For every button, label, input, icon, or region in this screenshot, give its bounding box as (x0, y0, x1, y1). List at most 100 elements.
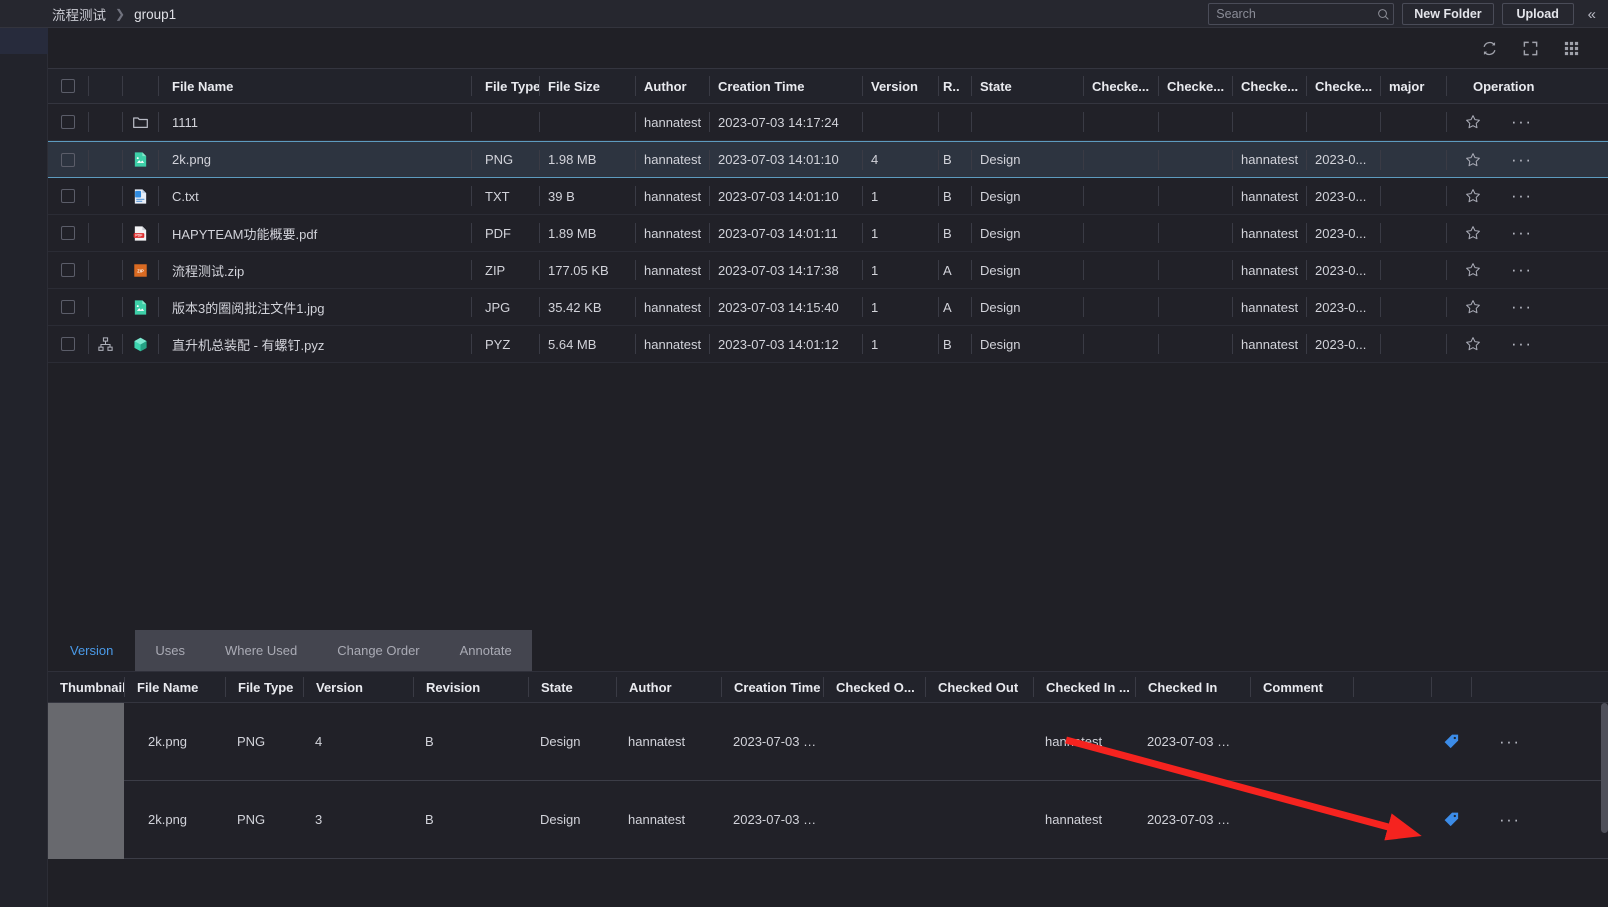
favorite-star-icon[interactable] (1465, 262, 1481, 278)
row-checkbox[interactable] (61, 337, 75, 351)
cell-v-tag[interactable] (1431, 732, 1471, 752)
version-more-actions-icon[interactable]: ··· (1499, 811, 1520, 828)
file-table-row[interactable]: 直升机总装配 - 有螺钉.pyz PYZ 5.64 MB hannatest 2023-… (48, 326, 1608, 363)
col-v-version[interactable]: Version (303, 677, 413, 697)
col-checked-4[interactable]: Checke... (1306, 76, 1380, 96)
tag-icon[interactable] (1443, 733, 1460, 750)
cell-author: hannatest (635, 186, 709, 206)
tag-icon[interactable] (1443, 811, 1460, 828)
col-checked-1[interactable]: Checke... (1083, 76, 1158, 96)
favorite-star-icon[interactable] (1465, 225, 1481, 241)
row-more-actions-icon[interactable]: ··· (1511, 298, 1532, 315)
col-operation[interactable]: Operation (1446, 76, 1572, 96)
row-more-actions-icon[interactable]: ··· (1511, 187, 1532, 204)
col-v-author[interactable]: Author (616, 677, 721, 697)
row-more-actions-icon[interactable]: ··· (1511, 261, 1532, 278)
col-file-type[interactable]: File Type (471, 76, 539, 96)
tab-change-order[interactable]: Change Order (317, 630, 440, 671)
cell-file-name[interactable]: 2k.png (158, 149, 471, 170)
cell-file-name[interactable]: 1111 (158, 112, 471, 132)
select-all-checkbox[interactable] (61, 79, 75, 93)
cell-checked-1 (1083, 297, 1158, 317)
scrollbar-thumb[interactable] (1601, 703, 1608, 833)
row-more-actions-icon[interactable]: ··· (1511, 335, 1532, 352)
col-v-checked-in-by[interactable]: Checked In ... (1033, 677, 1135, 697)
tab-version[interactable]: Version (48, 630, 136, 671)
col-v-comment[interactable]: Comment (1250, 677, 1353, 697)
col-file-name[interactable]: File Name (158, 76, 471, 96)
breadcrumb-root[interactable]: 流程测试 (52, 4, 106, 24)
file-table-row[interactable]: PDF HAPYTEAM功能概要.pdf PDF 1.89 MB hannatest 20… (48, 215, 1608, 252)
cell-author: hannatest (635, 260, 709, 280)
col-v-file-type[interactable]: File Type (225, 677, 303, 697)
col-author[interactable]: Author (635, 76, 709, 96)
cell-file-name[interactable]: 流程测试.zip (158, 260, 471, 280)
cell-file-name[interactable]: 版本3的圈阅批注文件1.jpg (158, 297, 471, 317)
row-checkbox[interactable] (61, 226, 75, 240)
file-table-row[interactable]: 2k.png PNG 1.98 MB hannatest 2023-07-03 14:0… (48, 141, 1608, 178)
tab-uses[interactable]: Uses (135, 630, 205, 671)
refresh-icon[interactable] (1481, 40, 1498, 57)
cell-v-state: Design (540, 734, 581, 749)
cell-revision: A (938, 260, 971, 280)
row-more-actions-icon[interactable]: ··· (1511, 224, 1532, 241)
new-folder-button[interactable]: New Folder (1402, 3, 1494, 25)
breadcrumb-current[interactable]: group1 (134, 7, 176, 22)
col-revision[interactable]: R.. (938, 76, 971, 96)
cell-file-name[interactable]: 直升机总装配 - 有螺钉.pyz (158, 334, 471, 354)
col-v-checked-out[interactable]: Checked Out (925, 677, 1033, 697)
version-table-row[interactable]: 2k.png PNG 4 B Design hannatest 2023-07-03 … ha… (48, 702, 1608, 781)
col-version[interactable]: Version (862, 76, 938, 96)
cell-file-name[interactable]: C.txt (158, 186, 471, 206)
favorite-star-icon[interactable] (1465, 152, 1481, 168)
col-creation-time[interactable]: Creation Time (709, 76, 862, 96)
fullscreen-icon[interactable] (1522, 40, 1539, 57)
col-v-file-name[interactable]: File Name (124, 677, 225, 697)
col-state[interactable]: State (971, 76, 1083, 96)
search-box[interactable] (1208, 3, 1395, 25)
row-checkbox[interactable] (61, 152, 75, 167)
col-v-revision[interactable]: Revision (413, 677, 528, 697)
search-input[interactable] (1216, 7, 1378, 21)
cell-checked-2 (1158, 334, 1232, 354)
collapse-panel-icon[interactable]: « (1582, 7, 1600, 22)
tab-where-used[interactable]: Where Used (205, 630, 318, 671)
favorite-star-icon[interactable] (1465, 299, 1481, 315)
tree-expand-icon[interactable] (97, 336, 114, 353)
grid-view-icon[interactable] (1563, 40, 1580, 57)
col-major[interactable]: major (1380, 76, 1446, 96)
version-more-actions-icon[interactable]: ··· (1499, 733, 1520, 750)
file-table-row[interactable]: ZIP 流程测试.zip ZIP 177.05 KB hannatest 2023-07-… (48, 252, 1608, 289)
cell-v-file-name[interactable]: 2k.png (124, 732, 225, 752)
col-v-checked-in[interactable]: Checked In (1135, 677, 1250, 697)
row-more-actions-icon[interactable]: ··· (1511, 151, 1532, 168)
cell-file-name[interactable]: HAPYTEAM功能概要.pdf (158, 223, 471, 243)
row-checkbox[interactable] (61, 263, 75, 277)
col-checked-2[interactable]: Checke... (1158, 76, 1232, 96)
cell-v-file-name[interactable]: 2k.png (124, 810, 225, 830)
cell-v-tag[interactable] (1431, 810, 1471, 830)
file-table-row[interactable]: C.txt TXT 39 Bhannatest 2023-07-03 14:01:10… (48, 178, 1608, 215)
favorite-star-icon[interactable] (1465, 188, 1481, 204)
row-more-actions-icon[interactable]: ··· (1511, 113, 1532, 130)
file-table-row[interactable]: 版本3的圈阅批注文件1.jpg JPG 35.42 KB hannatest 2023-… (48, 289, 1608, 326)
row-checkbox[interactable] (61, 189, 75, 203)
col-checked-3[interactable]: Checke... (1232, 76, 1306, 96)
row-checkbox[interactable] (61, 115, 75, 129)
file-table-row[interactable]: 1111 hannatest 2023-07-03 14:17:24 ··· (48, 104, 1608, 141)
favorite-star-icon[interactable] (1465, 336, 1481, 352)
tab-annotate[interactable]: Annotate (439, 630, 532, 671)
version-table-row[interactable]: 2k.png PNG 3 B Design hannatest 2023-07-03 … ha… (48, 780, 1608, 859)
sidebar-active-indicator[interactable] (0, 28, 48, 54)
col-thumbnail: Thumbnail (60, 679, 126, 695)
col-v-creation-time[interactable]: Creation Time (721, 677, 823, 697)
col-v-checked-out-by[interactable]: Checked O... (823, 677, 925, 697)
col-v-state[interactable]: State (528, 677, 616, 697)
version-thumbnail[interactable] (48, 780, 124, 859)
version-table-scrollbar[interactable] (1601, 703, 1608, 907)
row-checkbox[interactable] (61, 300, 75, 314)
version-thumbnail[interactable] (48, 702, 124, 781)
favorite-star-icon[interactable] (1465, 114, 1481, 130)
upload-button[interactable]: Upload (1501, 3, 1574, 25)
col-file-size[interactable]: File Size (539, 76, 635, 96)
